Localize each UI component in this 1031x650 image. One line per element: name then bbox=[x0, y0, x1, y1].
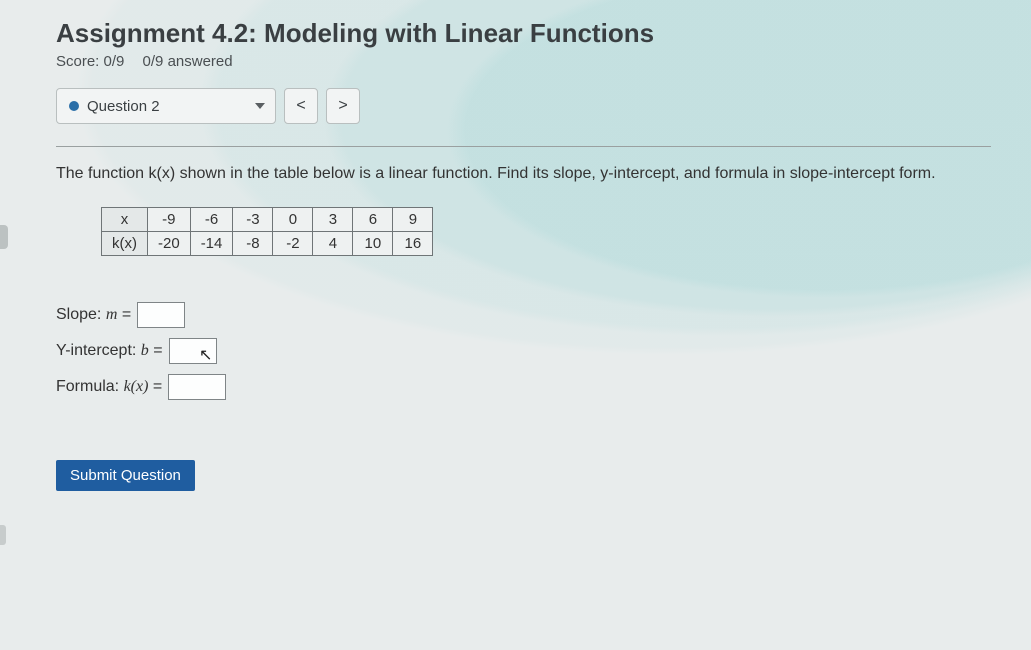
slope-row: Slope: m = bbox=[56, 302, 991, 328]
cell: -20 bbox=[148, 232, 191, 256]
left-edge-fragment bbox=[0, 225, 8, 249]
submit-question-button[interactable]: Submit Question bbox=[56, 460, 195, 491]
question-label: Question 2 bbox=[87, 98, 160, 115]
cell: -8 bbox=[233, 232, 273, 256]
row-label-kx: k(x) bbox=[102, 232, 148, 256]
answered-count: 0/9 answered bbox=[143, 53, 233, 70]
cell: -6 bbox=[190, 208, 233, 232]
chevron-left-icon: < bbox=[296, 97, 305, 115]
chevron-down-icon bbox=[255, 103, 265, 109]
cell: 10 bbox=[353, 232, 393, 256]
cell: 16 bbox=[393, 232, 433, 256]
slope-input[interactable] bbox=[137, 302, 185, 328]
y-intercept-input[interactable] bbox=[169, 338, 217, 364]
cell: -9 bbox=[148, 208, 191, 232]
score-line: Score: 0/9 0/9 answered bbox=[56, 53, 991, 70]
cell: -2 bbox=[273, 232, 313, 256]
status-dot-icon bbox=[69, 101, 79, 111]
formula-input[interactable] bbox=[168, 374, 226, 400]
cell: 3 bbox=[313, 208, 353, 232]
formula-label: Formula: k(x) = bbox=[56, 378, 162, 396]
cell: 6 bbox=[353, 208, 393, 232]
chevron-right-icon: > bbox=[338, 97, 347, 115]
score-value: Score: 0/9 bbox=[56, 53, 124, 70]
function-table: x -9 -6 -3 0 3 6 9 k(x) -20 -14 -8 -2 4 … bbox=[101, 207, 433, 256]
cell: -14 bbox=[190, 232, 233, 256]
row-label-x: x bbox=[102, 208, 148, 232]
question-select[interactable]: Question 2 bbox=[56, 88, 276, 124]
cell: 0 bbox=[273, 208, 313, 232]
question-prompt: The function k(x) shown in the table bel… bbox=[56, 163, 991, 185]
left-edge-fragment-2 bbox=[0, 525, 6, 545]
assignment-page: Assignment 4.2: Modeling with Linear Fun… bbox=[0, 0, 1031, 511]
cell: 9 bbox=[393, 208, 433, 232]
answer-block: Slope: m = Y-intercept: b = Formula: k(x… bbox=[56, 302, 991, 400]
table-row: x -9 -6 -3 0 3 6 9 bbox=[102, 208, 433, 232]
assignment-title: Assignment 4.2: Modeling with Linear Fun… bbox=[56, 18, 991, 49]
cell: 4 bbox=[313, 232, 353, 256]
formula-row: Formula: k(x) = bbox=[56, 374, 991, 400]
divider bbox=[56, 146, 991, 147]
prev-question-button[interactable]: < bbox=[284, 88, 318, 124]
table-row: k(x) -20 -14 -8 -2 4 10 16 bbox=[102, 232, 433, 256]
next-question-button[interactable]: > bbox=[326, 88, 360, 124]
y-intercept-label: Y-intercept: b = bbox=[56, 342, 163, 360]
question-nav: Question 2 < > bbox=[56, 88, 991, 124]
y-intercept-row: Y-intercept: b = bbox=[56, 338, 991, 364]
cell: -3 bbox=[233, 208, 273, 232]
slope-label: Slope: m = bbox=[56, 306, 131, 324]
